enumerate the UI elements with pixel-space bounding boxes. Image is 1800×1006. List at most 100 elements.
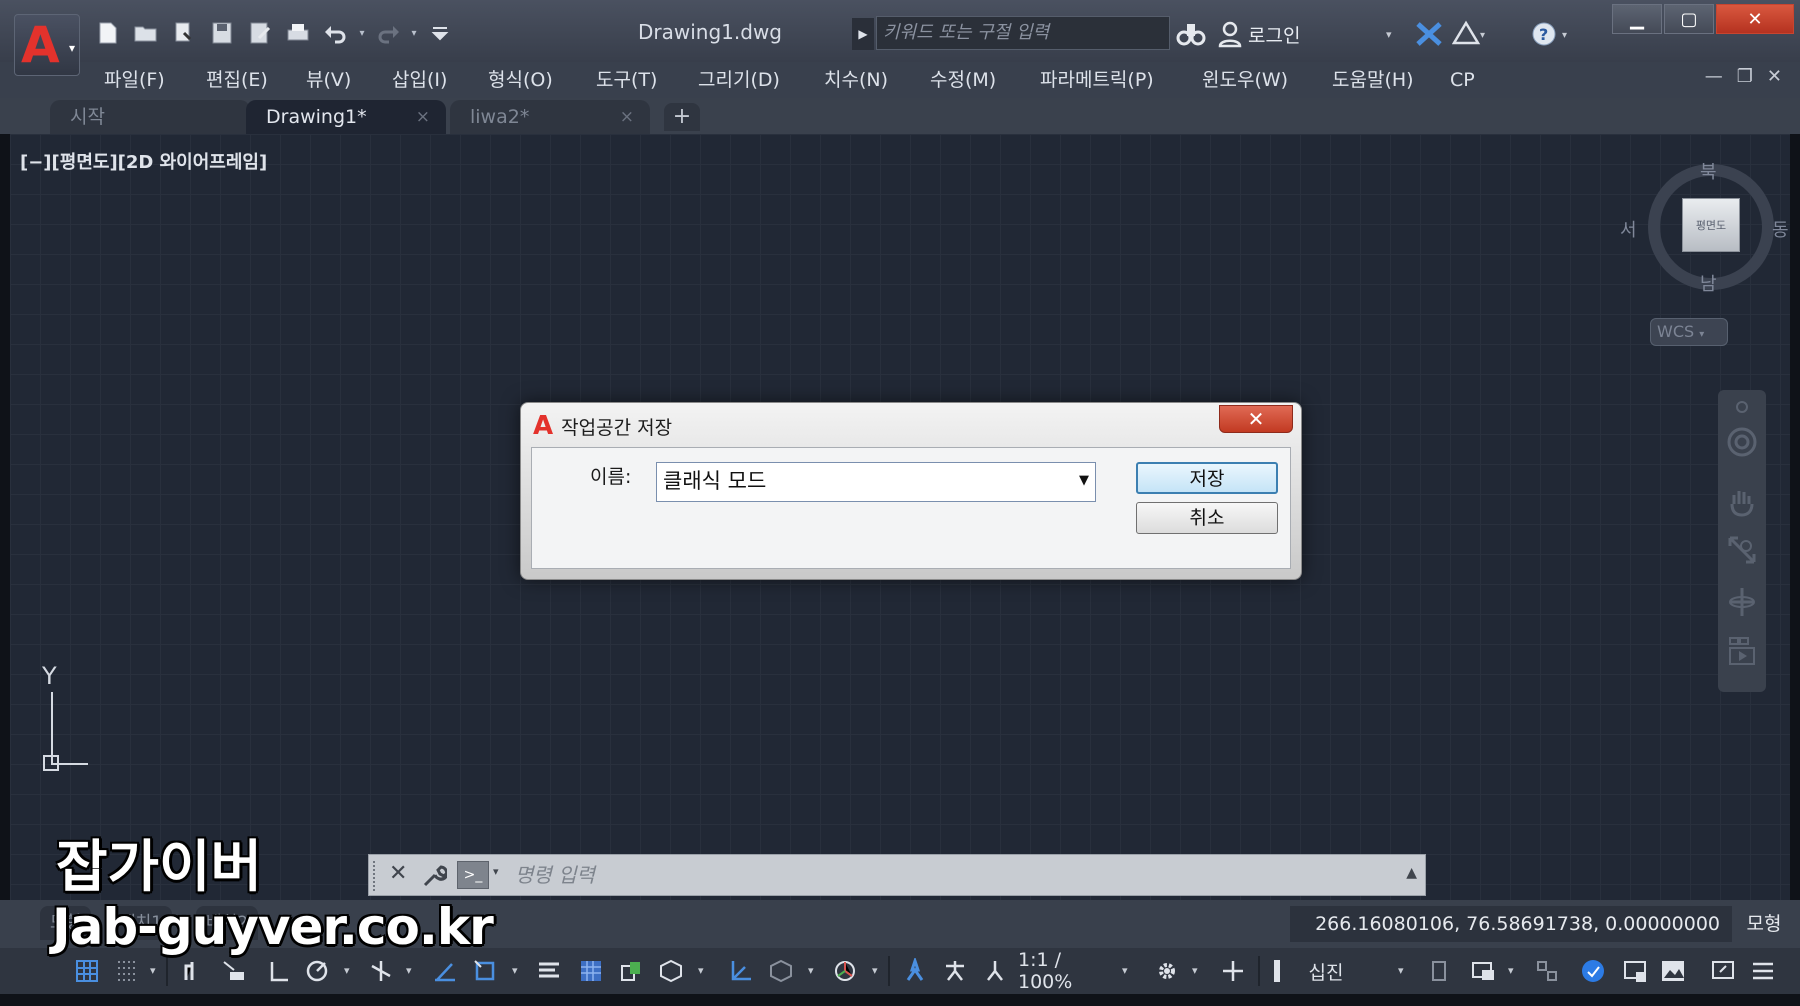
application-menu-button[interactable]: A ▾ xyxy=(14,14,80,76)
ucs-icon[interactable]: Y xyxy=(28,662,88,774)
cancel-button[interactable]: 취소 xyxy=(1136,502,1278,534)
menu-view[interactable]: 뷰(V) xyxy=(306,62,351,98)
dialog-close-button[interactable]: ✕ xyxy=(1219,405,1293,433)
menu-file[interactable]: 파일(F) xyxy=(104,62,165,98)
annotation-scale-icon[interactable] xyxy=(978,956,1012,986)
close-tab-icon[interactable]: × xyxy=(620,100,634,134)
redo-icon[interactable] xyxy=(370,15,406,51)
graphics-performance-icon[interactable] xyxy=(1656,956,1690,986)
menu-window[interactable]: 윈도우(W) xyxy=(1202,62,1288,98)
viewcube[interactable]: 평면도 북 남 서 동 xyxy=(1620,158,1790,303)
menu-parametric[interactable]: 파라메트릭(P) xyxy=(1040,62,1154,98)
undo-dropdown-icon[interactable]: ▾ xyxy=(356,28,368,39)
chevron-down-icon[interactable]: ▾ xyxy=(493,865,499,878)
doc-minimize-icon[interactable]: — xyxy=(1705,66,1723,87)
dialog-title-bar[interactable]: A 작업공간 저장 xyxy=(533,409,672,443)
customize-toolbar-icon[interactable] xyxy=(422,15,458,51)
navbar-close-icon[interactable] xyxy=(1735,400,1749,414)
dynamic-input-icon[interactable] xyxy=(216,956,250,986)
lock-ui-icon[interactable] xyxy=(1466,956,1500,986)
annotation-visibility-icon[interactable] xyxy=(898,956,932,986)
auto-scale-icon[interactable] xyxy=(938,956,972,986)
menu-tools[interactable]: 도구(T) xyxy=(596,62,657,98)
close-tab-icon[interactable]: × xyxy=(416,100,430,134)
dynamic-ucs-icon[interactable] xyxy=(724,956,758,986)
zoom-extents-icon[interactable] xyxy=(1726,534,1758,566)
fullscreen-icon[interactable] xyxy=(1706,956,1740,986)
menu-insert[interactable]: 삽입(I) xyxy=(392,62,447,98)
login-dropdown-icon[interactable]: ▾ xyxy=(1386,18,1392,50)
steering-wheel-icon[interactable] xyxy=(1726,426,1758,458)
search-input[interactable]: 키워드 또는 구절 입력 xyxy=(876,16,1170,50)
tab-liwa2[interactable]: liwa2* × xyxy=(450,100,650,134)
compass-north[interactable]: 북 xyxy=(1700,158,1717,184)
chevron-down-icon[interactable]: ▾ xyxy=(512,956,518,986)
workspace-gear-icon[interactable] xyxy=(1150,956,1184,986)
minimize-button[interactable]: ▁ xyxy=(1612,4,1662,34)
snap-icon[interactable] xyxy=(110,956,144,986)
sheet-set-icon[interactable] xyxy=(166,15,202,51)
pan-hand-icon[interactable] xyxy=(1726,486,1758,518)
units-value[interactable]: 십진 xyxy=(1296,956,1356,986)
command-prompt-icon[interactable]: >_ xyxy=(457,861,489,889)
command-history-icon[interactable]: ▲ xyxy=(1406,865,1417,881)
lineweight-icon[interactable] xyxy=(532,956,566,986)
chevron-down-icon[interactable]: ▾ xyxy=(872,956,878,986)
open-folder-icon[interactable] xyxy=(128,15,164,51)
gizmo-icon[interactable] xyxy=(828,956,862,986)
polar-tracking-icon[interactable] xyxy=(300,956,334,986)
customize-menu-icon[interactable] xyxy=(1746,956,1780,986)
undo-icon[interactable] xyxy=(318,15,354,51)
chevron-down-icon[interactable]: ▾ xyxy=(808,956,814,986)
a360-icon[interactable]: ▾ xyxy=(1452,18,1486,50)
wcs-menu[interactable]: WCS ▾ xyxy=(1650,318,1728,346)
doc-restore-icon[interactable]: ❐ xyxy=(1737,66,1753,87)
save-as-icon[interactable] xyxy=(242,15,278,51)
tab-drawing1[interactable]: Drawing1* × xyxy=(246,100,446,134)
login-button[interactable]: 로그인 xyxy=(1218,18,1300,50)
selection-cycling-icon[interactable] xyxy=(614,956,648,986)
new-tab-button[interactable]: + xyxy=(664,103,700,131)
chevron-down-icon[interactable]: ▾ xyxy=(344,956,350,986)
compass-east[interactable]: 동 xyxy=(1772,216,1789,242)
showmotion-icon[interactable] xyxy=(1726,636,1758,668)
clean-screen-icon[interactable] xyxy=(1618,956,1652,986)
infer-constraints-icon[interactable] xyxy=(176,956,210,986)
viewport-controls-label[interactable]: [−][평면도][2D 와이어프레임] xyxy=(20,148,267,174)
isodraft-icon[interactable] xyxy=(364,956,398,986)
doc-close-icon[interactable]: ✕ xyxy=(1767,66,1782,87)
orbit-icon[interactable] xyxy=(1726,586,1758,618)
menu-help[interactable]: 도움말(H) xyxy=(1332,62,1414,98)
menu-draw[interactable]: 그리기(D) xyxy=(698,62,780,98)
command-line-grip[interactable] xyxy=(373,861,379,891)
quick-properties-icon[interactable] xyxy=(1422,956,1456,986)
chevron-down-icon[interactable]: ▾ xyxy=(150,956,156,986)
menu-modify[interactable]: 수정(M) xyxy=(930,62,996,98)
ortho-icon[interactable] xyxy=(262,956,296,986)
model-space-button[interactable]: 모형 xyxy=(1736,906,1792,942)
search-expand-icon[interactable]: ▶ xyxy=(852,18,874,50)
binoculars-icon[interactable] xyxy=(1176,18,1206,50)
object-snap-icon[interactable] xyxy=(468,956,502,986)
chevron-down-icon[interactable]: ▾ xyxy=(698,956,704,986)
close-window-button[interactable]: ✕ xyxy=(1716,4,1794,34)
menu-cp[interactable]: CP xyxy=(1450,62,1475,98)
coordinates-readout[interactable]: 266.16080106, 76.58691738, 0.00000000 xyxy=(1290,906,1732,942)
compass-south[interactable]: 남 xyxy=(1700,270,1717,296)
maximize-button[interactable]: ▢ xyxy=(1664,4,1714,34)
annotation-monitor-icon[interactable] xyxy=(1216,956,1250,986)
chevron-down-icon[interactable]: ▼ xyxy=(1079,463,1089,499)
save-icon[interactable] xyxy=(204,15,240,51)
viewcube-top-face[interactable]: 평면도 xyxy=(1682,198,1740,252)
redo-dropdown-icon[interactable]: ▾ xyxy=(408,28,420,39)
wrench-icon[interactable] xyxy=(421,863,447,889)
workspace-name-combobox[interactable]: 클래식 모드 ▼ xyxy=(656,462,1096,502)
command-line-close-icon[interactable]: ✕ xyxy=(389,861,407,886)
chevron-down-icon[interactable]: ▾ xyxy=(1508,956,1514,986)
selection-filter-icon[interactable] xyxy=(764,956,798,986)
tab-start[interactable]: 시작 xyxy=(50,100,250,134)
chevron-down-icon[interactable]: ▾ xyxy=(1122,956,1128,986)
annotation-scale-value[interactable]: 1:1 / 100% xyxy=(1018,949,1118,993)
3d-object-snap-icon[interactable] xyxy=(654,956,688,986)
menu-edit[interactable]: 편집(E) xyxy=(206,62,268,98)
